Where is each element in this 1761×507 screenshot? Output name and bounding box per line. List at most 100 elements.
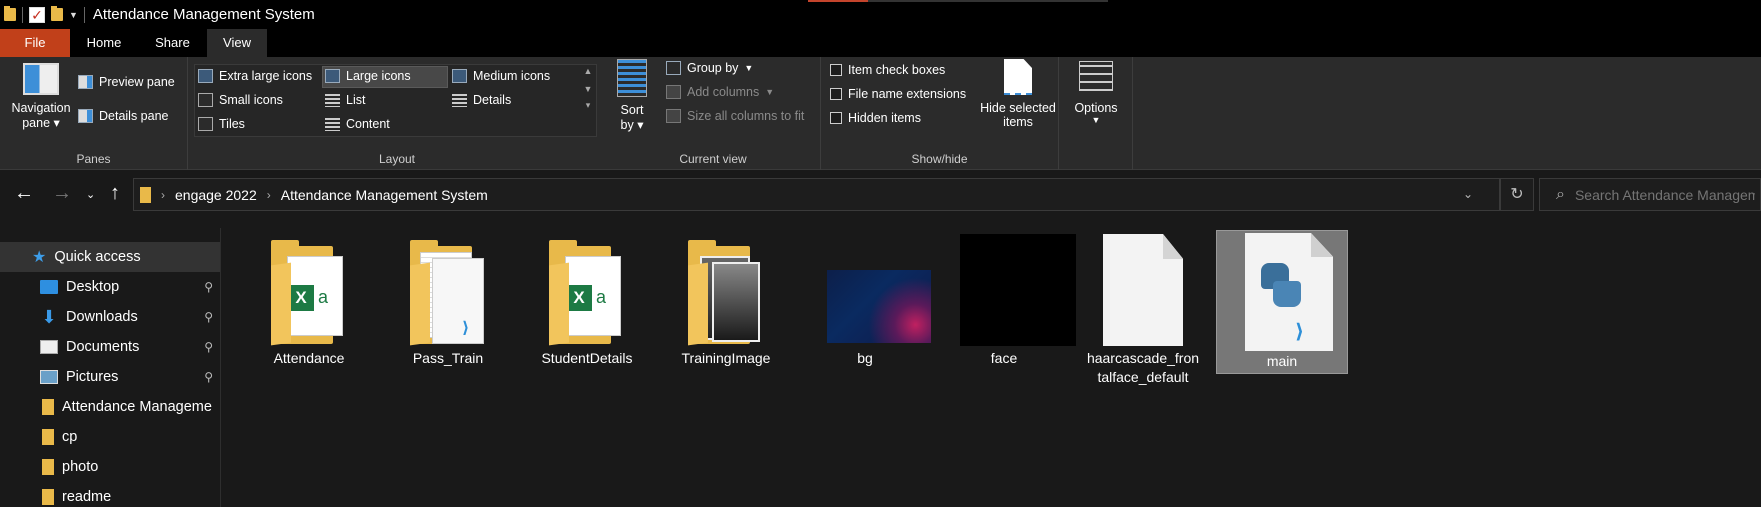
tab-file[interactable]: File xyxy=(0,29,70,57)
group-by-button[interactable]: Group by ▼ xyxy=(666,61,753,75)
breadcrumb-segment[interactable]: engage 2022 xyxy=(175,187,257,203)
vscode-icon: ⟩ xyxy=(1295,321,1305,343)
folder-icon[interactable] xyxy=(4,6,16,21)
sidebar-item-cp[interactable]: cp xyxy=(0,422,220,452)
list-icon xyxy=(325,93,340,107)
sidebar-item-photo[interactable]: photo xyxy=(0,452,220,482)
sidebar-item-quick-access[interactable]: ★ Quick access xyxy=(0,242,220,272)
layout-group-label: Layout xyxy=(378,152,416,166)
tab-home[interactable]: Home xyxy=(70,29,138,57)
item-check-boxes-option[interactable]: Item check boxes xyxy=(830,63,945,77)
file-item-trainingimage[interactable]: TrainingImage xyxy=(660,228,792,372)
large-icons-icon xyxy=(325,69,340,83)
separator xyxy=(83,6,85,23)
expand-gallery-icon[interactable]: ▾ xyxy=(579,100,597,111)
image-folder-icon xyxy=(674,234,778,346)
back-icon[interactable]: ← xyxy=(14,182,34,205)
sidebar-item-readme[interactable]: readme xyxy=(0,482,220,507)
layout-extra-large-icons[interactable]: Extra large icons xyxy=(198,69,312,83)
pin-icon[interactable]: ⚲ xyxy=(204,370,213,384)
hidden-items-option[interactable]: Hidden items xyxy=(830,111,921,125)
scroll-up-icon[interactable]: ▲ xyxy=(579,66,597,76)
layout-small-icons[interactable]: Small icons xyxy=(198,93,283,107)
sidebar-item-pictures[interactable]: Pictures ⚲ xyxy=(0,362,220,392)
breadcrumb-segment[interactable]: Attendance Management System xyxy=(281,187,488,203)
hide-selected-items-button[interactable]: Hide selected items xyxy=(977,59,1059,129)
file-name: bg xyxy=(857,350,873,366)
navigation-pane-label: Navigation xyxy=(11,101,71,115)
title-accent xyxy=(808,0,868,2)
file-item-studentdetails[interactable]: Xa StudentDetails xyxy=(521,228,653,372)
folder-icon xyxy=(42,459,54,475)
size-all-columns-label: Size all columns to fit xyxy=(687,109,805,123)
file-name: haarcascade_fron talface_default xyxy=(1086,350,1200,385)
ribbon: Navigation pane ▾ Preview pane Details p… xyxy=(0,57,1761,170)
hidden-items-checkbox[interactable] xyxy=(830,112,842,124)
layout-tiles[interactable]: Tiles xyxy=(198,117,245,131)
image-thumbnail xyxy=(813,234,931,346)
size-all-columns-button[interactable]: Size all columns to fit xyxy=(666,109,804,123)
folder-icon xyxy=(140,186,151,203)
navigation-pane-button[interactable]: Navigation pane ▾ xyxy=(6,63,76,143)
sidebar-item-label: cp xyxy=(62,429,78,445)
pin-icon[interactable]: ⚲ xyxy=(204,280,213,294)
layout-option-label: Large icons xyxy=(346,69,411,83)
item-check-boxes-checkbox[interactable] xyxy=(830,64,842,76)
file-item-bg[interactable]: bg xyxy=(799,228,931,372)
preview-pane-icon xyxy=(78,75,93,89)
file-name: Attendance xyxy=(273,350,345,366)
tab-view[interactable]: View xyxy=(207,29,267,57)
up-icon[interactable]: ↑ xyxy=(110,182,120,205)
sort-by-label: Sort xyxy=(620,103,644,117)
file-item-pass-train[interactable]: ⟩ Pass_Train xyxy=(382,228,514,372)
group-by-icon xyxy=(666,61,681,75)
sidebar-item-documents[interactable]: Documents ⚲ xyxy=(0,332,220,362)
file-item-main[interactable]: ⟩ main xyxy=(1216,230,1348,374)
properties-icon[interactable]: ✓ xyxy=(29,6,45,23)
search-input[interactable] xyxy=(1574,186,1755,203)
new-folder-icon[interactable] xyxy=(51,6,63,21)
options-button[interactable]: Options ▼ xyxy=(1067,61,1125,125)
sidebar-item-attendance-management[interactable]: Attendance Manageme xyxy=(0,392,220,422)
scroll-down-icon[interactable]: ▼ xyxy=(579,84,597,94)
layout-medium-icons[interactable]: Medium icons xyxy=(452,69,550,83)
forward-icon[interactable]: → xyxy=(52,182,72,205)
add-columns-button[interactable]: Add columns ▼ xyxy=(666,85,774,99)
refresh-icon[interactable]: ↻ xyxy=(1500,178,1534,211)
recent-locations-icon[interactable]: ⌄ xyxy=(86,188,95,201)
details-pane-button[interactable]: Details pane xyxy=(78,109,169,123)
file-item-haarcascade[interactable]: haarcascade_fron talface_default xyxy=(1077,228,1209,385)
chevron-right-icon[interactable]: › xyxy=(161,188,165,202)
sidebar-item-label: Downloads xyxy=(66,309,138,325)
pin-icon[interactable]: ⚲ xyxy=(204,340,213,354)
sort-by-button[interactable]: Sort by ▾ xyxy=(612,59,652,132)
navigation-pane: ★ Quick access Desktop ⚲ ⬇ Downloads ⚲ D… xyxy=(0,228,221,507)
chevron-right-icon[interactable]: › xyxy=(267,188,271,202)
chevron-down-icon[interactable]: ⌄ xyxy=(1463,187,1473,201)
customize-toolbar-icon[interactable]: ▼ xyxy=(69,10,78,20)
layout-content[interactable]: Content xyxy=(325,117,390,131)
layout-option-label: Medium icons xyxy=(473,69,551,83)
file-name-extensions-option[interactable]: File name extensions xyxy=(830,87,966,101)
file-name-extensions-checkbox[interactable] xyxy=(830,88,842,100)
pin-icon[interactable]: ⚲ xyxy=(204,310,213,324)
folder-icon xyxy=(42,489,54,505)
layout-gallery-scroll[interactable]: ▲ ▼ ▾ xyxy=(579,64,597,137)
layout-option-label: Extra large icons xyxy=(219,69,313,83)
search-box[interactable]: ⌕ xyxy=(1539,178,1761,211)
sidebar-item-downloads[interactable]: ⬇ Downloads ⚲ xyxy=(0,302,220,332)
sidebar-item-label: photo xyxy=(62,459,99,475)
file-item-face[interactable]: face xyxy=(938,228,1076,372)
tab-share[interactable]: Share xyxy=(138,29,207,57)
layout-list[interactable]: List xyxy=(325,93,365,107)
sidebar-item-desktop[interactable]: Desktop ⚲ xyxy=(0,272,220,302)
preview-pane-button[interactable]: Preview pane xyxy=(78,75,175,89)
preview-pane-label: Preview pane xyxy=(99,75,175,89)
medium-icons-icon xyxy=(452,69,467,83)
layout-details[interactable]: Details xyxy=(452,93,511,107)
layout-large-icons[interactable]: Large icons xyxy=(325,69,411,83)
address-bar[interactable]: › engage 2022 › Attendance Management Sy… xyxy=(133,178,1500,211)
details-pane-label: Details pane xyxy=(99,109,169,123)
group-current-view: Sort by ▾ Group by ▼ Add columns ▼ Size al… xyxy=(606,57,821,170)
file-item-attendance[interactable]: Xa Attendance xyxy=(243,228,375,372)
